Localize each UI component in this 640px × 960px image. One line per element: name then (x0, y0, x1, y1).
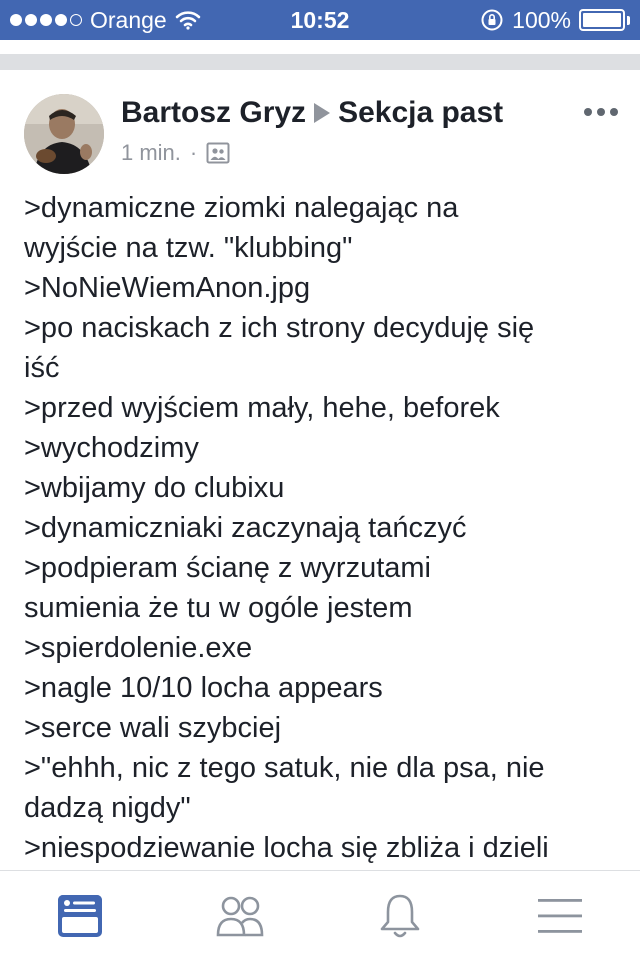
post-line: >"ehhh, nic z tego satuk, nie dla psa, n… (24, 752, 545, 784)
status-left: Orange (10, 7, 201, 34)
avatar-photo-icon (24, 94, 104, 174)
battery-percent: 100% (512, 6, 571, 33)
arrow-right-icon (314, 103, 331, 123)
post-title: Bartosz Gryz Sekcja past (121, 96, 503, 130)
more-options-icon[interactable] (584, 108, 618, 116)
post-body: >dynamiczne ziomki nalegając na wyjście … (24, 188, 624, 870)
post-line: >spierdolenie.exe (24, 632, 253, 664)
signal-dots-icon (10, 14, 82, 26)
tab-news-feed[interactable] (40, 881, 120, 951)
post-line: >niespodziewanie locha się zbliża i dzie… (24, 832, 549, 864)
menu-icon (538, 898, 582, 933)
post-line: >dynamiczniaki zaczynają tańczyć (24, 512, 467, 544)
tab-notifications[interactable] (360, 881, 440, 951)
tab-bar (0, 870, 640, 960)
post-meta: 1 min. · (121, 140, 230, 166)
post-line: >wychodzimy (24, 432, 199, 464)
carrier-name: Orange (90, 6, 167, 33)
feed-separator (0, 40, 640, 72)
post-time[interactable]: 1 min. (121, 140, 181, 166)
status-right: 100% (480, 7, 630, 34)
post-line: >wbijamy do clubixu (24, 472, 285, 504)
post-line: >podpieram ścianę z wyrzutami (24, 552, 431, 584)
post-line: wyjście na tzw. "klubbing" (24, 232, 353, 264)
status-bar: Orange 10:52 100% (0, 0, 640, 40)
post-line: >po naciskach z ich strony decyduję się (24, 312, 535, 344)
post-line: sumienia że tu w ogóle jestem (24, 592, 413, 624)
notifications-bell-icon (380, 894, 420, 937)
post-line: iść (24, 352, 60, 384)
rotation-lock-icon (481, 9, 503, 31)
avatar[interactable] (24, 94, 104, 174)
group-icon (206, 142, 230, 164)
post-line: >nagle 10/10 locha appears (24, 672, 383, 704)
post-line: >NoNieWiemAnon.jpg (24, 272, 311, 304)
tab-menu[interactable] (520, 881, 600, 951)
friends-icon (216, 896, 264, 936)
post-header: Bartosz Gryz Sekcja past 1 min. · (0, 84, 640, 174)
post-line: dadzą nigdy" (24, 792, 191, 824)
post-line: >przed wyjściem mały, hehe, beforek (24, 392, 500, 424)
news-feed-icon (58, 894, 102, 937)
post-line: >serce wali szybciej (24, 712, 282, 744)
author-name[interactable]: Bartosz Gryz (121, 96, 306, 130)
meta-separator: · (189, 140, 198, 165)
tab-friends[interactable] (200, 881, 280, 951)
post-line: >dynamiczne ziomki nalegając na (24, 192, 459, 224)
group-name[interactable]: Sekcja past (338, 96, 503, 130)
battery-icon (579, 9, 630, 31)
wifi-icon (175, 11, 201, 30)
